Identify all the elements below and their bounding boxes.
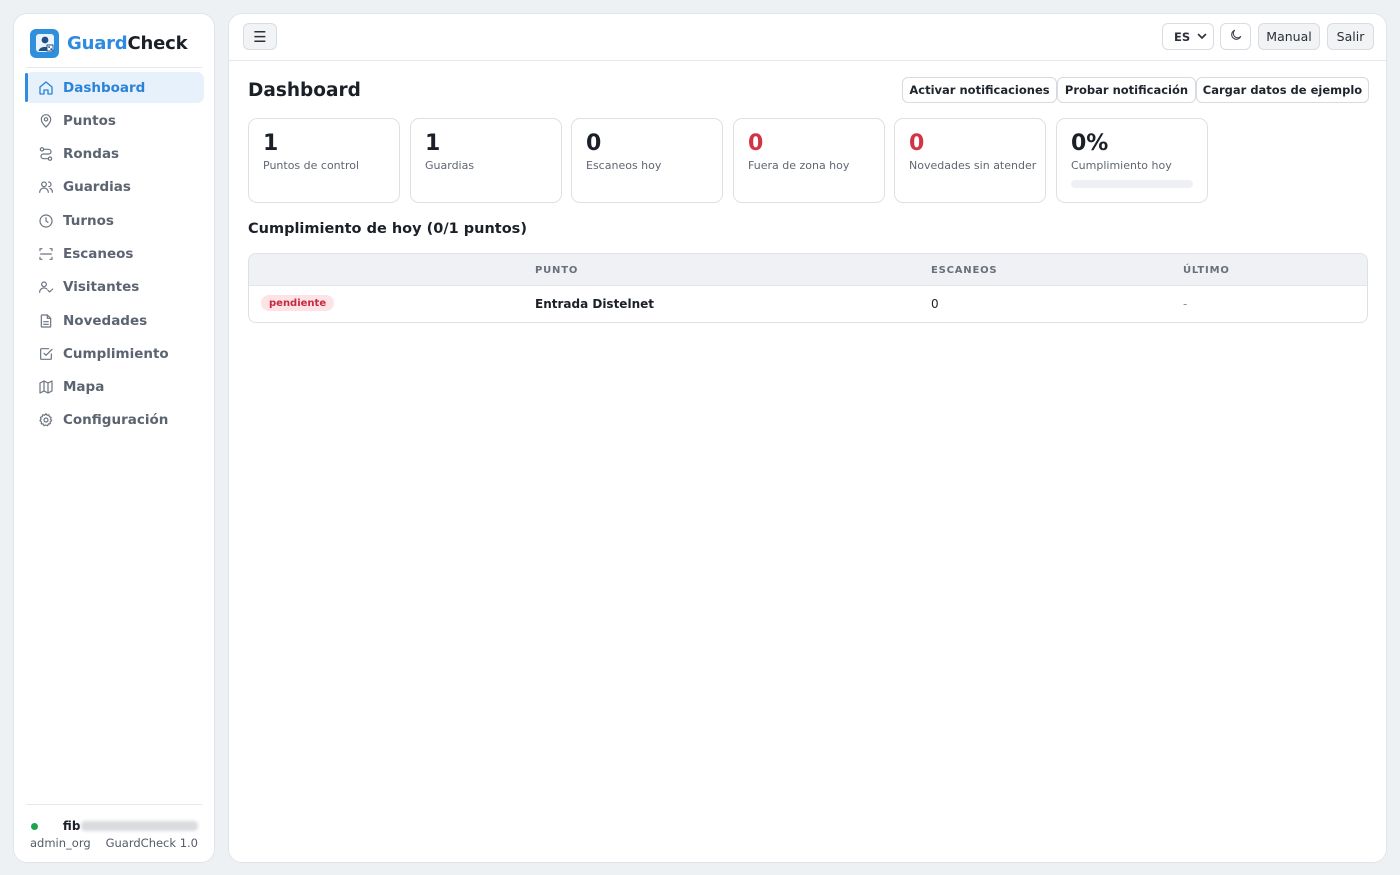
document-icon <box>37 312 55 330</box>
sidebar-item-cumplimiento[interactable]: Cumplimiento <box>25 338 204 369</box>
table-header: PUNTO ESCANEOS ÚLTIMO <box>249 254 1367 286</box>
route-icon <box>37 145 55 163</box>
sidebar-item-label: Mapa <box>63 379 105 396</box>
stat-card-unattended-incidents: 0 Novedades sin atender <box>894 118 1046 203</box>
stat-label: Guardias <box>425 159 475 172</box>
column-header-last: ÚLTIMO <box>1183 265 1230 276</box>
sidebar-item-guardias[interactable]: Guardias <box>25 172 204 203</box>
brand-name: GuardCheck <box>67 32 188 54</box>
guardcheck-logo-icon <box>30 28 59 58</box>
stat-value: 1 <box>425 131 441 156</box>
top-bar: ☰ ES Manual Salir <box>229 14 1386 61</box>
stat-value: 1 <box>263 131 279 156</box>
sidebar-item-label: Rondas <box>63 146 120 163</box>
test-notification-button[interactable]: Probar notificación <box>1057 77 1196 103</box>
menu-toggle-button[interactable]: ☰ <box>243 23 277 50</box>
stat-card-checkpoints: 1 Puntos de control <box>248 118 400 203</box>
compliance-progress-bar <box>1071 180 1193 188</box>
hamburger-menu-icon: ☰ <box>253 27 267 46</box>
sidebar-item-label: Escaneos <box>63 245 134 262</box>
compliance-table: PUNTO ESCANEOS ÚLTIMO pendiente Entrada … <box>248 253 1368 323</box>
logout-button[interactable]: Salir <box>1327 23 1374 50</box>
gear-icon <box>37 411 55 429</box>
chevron-down-icon <box>1197 29 1207 46</box>
brand[interactable]: GuardCheck <box>30 28 188 58</box>
stat-label: Fuera de zona hoy <box>748 159 850 172</box>
stat-label: Novedades sin atender <box>909 159 1037 172</box>
stat-value: 0% <box>1071 131 1109 156</box>
sidebar-item-turnos[interactable]: Turnos <box>25 205 204 236</box>
brand-name-secondary: Check <box>127 32 188 54</box>
user-name: fib <box>62 819 81 833</box>
clock-icon <box>37 212 55 230</box>
sidebar-item-rondas[interactable]: Rondas <box>25 139 204 170</box>
user-check-icon <box>37 278 55 296</box>
brand-name-primary: Guard <box>67 32 128 54</box>
language-value: ES <box>1174 29 1191 44</box>
sidebar-item-label: Configuración <box>63 412 169 429</box>
online-status-dot <box>31 822 38 830</box>
scan-count: 0 <box>931 297 939 311</box>
map-pin-icon <box>37 112 55 130</box>
sidebar-item-puntos[interactable]: Puntos <box>25 105 204 136</box>
sidebar-item-mapa[interactable]: Mapa <box>25 372 204 403</box>
scan-icon <box>37 245 55 263</box>
users-icon <box>37 178 55 196</box>
stat-card-compliance: 0% Cumplimiento hoy <box>1056 118 1208 203</box>
sidebar-footer: fib admin_org GuardCheck 1.0 <box>30 814 198 850</box>
page-title: Dashboard <box>248 80 361 101</box>
stat-card-out-of-zone: 0 Fuera de zona hoy <box>733 118 885 203</box>
sidebar-footer-divider <box>26 804 202 805</box>
sidebar-item-dashboard[interactable]: Dashboard <box>25 72 204 103</box>
user-role: admin_org <box>30 836 91 850</box>
app-version: GuardCheck 1.0 <box>105 836 198 850</box>
sidebar-item-visitantes[interactable]: Visitantes <box>25 272 204 303</box>
user-info: fib <box>30 817 198 835</box>
table-row[interactable]: pendiente Entrada Distelnet 0 - <box>249 286 1367 322</box>
status-badge: pendiente <box>261 295 335 311</box>
sidebar-item-label: Puntos <box>63 112 116 129</box>
stat-label: Escaneos hoy <box>586 159 662 172</box>
moon-icon <box>1229 28 1243 45</box>
stat-value: 0 <box>586 131 602 156</box>
redacted-email <box>81 821 198 831</box>
stat-label: Puntos de control <box>263 159 360 172</box>
sidebar-item-label: Guardias <box>63 179 131 196</box>
compliance-section-title: Cumplimiento de hoy (0/1 puntos) <box>248 221 527 237</box>
last-scan: - <box>1183 297 1188 311</box>
language-select[interactable]: ES <box>1162 23 1214 50</box>
sidebar-item-label: Novedades <box>63 312 148 329</box>
sidebar-item-label: Dashboard <box>63 79 146 96</box>
checkbox-icon <box>37 345 55 363</box>
column-header-point: PUNTO <box>535 265 579 276</box>
enable-notifications-button[interactable]: Activar notificaciones <box>902 77 1057 103</box>
sidebar-item-novedades[interactable]: Novedades <box>25 305 204 336</box>
stat-card-scans-today: 0 Escaneos hoy <box>571 118 723 203</box>
sidebar-item-label: Visitantes <box>63 279 140 296</box>
sidebar-item-label: Turnos <box>63 212 114 229</box>
main-panel: ☰ ES Manual Salir Dashboard Activar noti… <box>228 13 1387 863</box>
column-header-scans: ESCANEOS <box>931 265 998 276</box>
sidebar-item-escaneos[interactable]: Escaneos <box>25 238 204 269</box>
manual-button[interactable]: Manual <box>1258 23 1320 50</box>
sidebar-item-label: Cumplimiento <box>63 345 169 362</box>
load-sample-data-button[interactable]: Cargar datos de ejemplo <box>1196 77 1369 103</box>
stat-card-guards: 1 Guardias <box>410 118 562 203</box>
stat-value: 0 <box>748 131 764 156</box>
sidebar-nav: Dashboard Puntos Rondas Guardias Turnos <box>25 72 204 438</box>
sidebar-divider <box>26 67 202 68</box>
sidebar-item-configuracion[interactable]: Configuración <box>25 405 204 436</box>
theme-toggle-button[interactable] <box>1220 23 1251 50</box>
map-icon <box>37 378 55 396</box>
stat-value: 0 <box>909 131 925 156</box>
user-meta: admin_org GuardCheck 1.0 <box>30 836 198 850</box>
home-icon <box>37 79 55 97</box>
point-name: Entrada Distelnet <box>535 297 654 311</box>
stat-label: Cumplimiento hoy <box>1071 159 1172 172</box>
sidebar: GuardCheck Dashboard Puntos Rondas Guard… <box>13 13 215 863</box>
